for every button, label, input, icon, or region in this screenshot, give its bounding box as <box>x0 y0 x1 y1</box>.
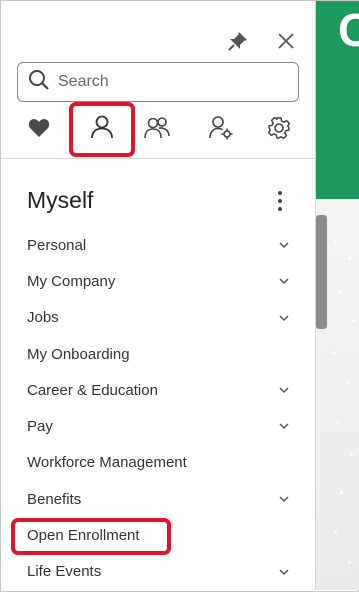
chevron-down-icon <box>279 315 289 321</box>
person-gear-icon <box>208 115 234 146</box>
decorative-dots <box>330 231 359 581</box>
scrollbar[interactable] <box>316 215 327 329</box>
menu-item-label: Jobs <box>27 309 59 327</box>
section-title: Myself <box>27 187 94 213</box>
category-tabs <box>17 102 307 157</box>
menu-item-jobs[interactable]: Jobs <box>1 300 315 336</box>
menu-item-personal[interactable]: Personal <box>1 227 315 263</box>
divider <box>1 158 315 159</box>
highlight-box <box>11 518 171 556</box>
menu-item-label: Workforce Management <box>27 454 187 472</box>
background-page: C <box>315 1 359 590</box>
menu-item-my-onboarding[interactable]: My Onboarding <box>1 336 315 372</box>
gear-icon <box>267 116 291 145</box>
menu-item-life-events[interactable]: Life Events <box>1 554 315 590</box>
chevron-down-icon <box>279 278 289 285</box>
menu-item-workforce-management[interactable]: Workforce Management <box>1 445 315 481</box>
menu-item-benefits[interactable]: Benefits <box>1 481 315 517</box>
menu-item-career-education[interactable]: Career & Education <box>1 372 315 408</box>
menu-item-label: Life Events <box>27 563 102 581</box>
menu-item-my-company[interactable]: My Company <box>1 263 315 299</box>
menu-item-pay[interactable]: Pay <box>1 408 315 444</box>
tab-favorites[interactable] <box>17 105 61 155</box>
menu-list: Personal My Company Jobs My Onboarding C… <box>1 227 315 590</box>
brand-banner: C <box>316 1 359 199</box>
close-icon[interactable] <box>273 28 299 54</box>
kebab-icon[interactable] <box>271 189 289 213</box>
menu-item-label: Benefits <box>27 490 82 508</box>
tab-my-team[interactable] <box>135 105 179 155</box>
team-icon <box>143 115 171 146</box>
menu-item-open-enrollment[interactable]: Open Enrollment <box>1 517 315 556</box>
chevron-down-icon <box>279 569 289 575</box>
chevron-down-icon <box>279 496 289 503</box>
panel-toolbar <box>225 28 299 54</box>
pin-icon[interactable] <box>225 28 251 54</box>
search-input[interactable] <box>58 73 278 91</box>
heart-icon <box>28 118 50 143</box>
menu-item-label: Pay <box>27 418 53 436</box>
navigation-panel: Myself Personal My Company Jobs My Onboa… <box>1 1 315 590</box>
search-box[interactable] <box>17 62 299 102</box>
chevron-down-icon <box>279 387 289 394</box>
brand-logo: C <box>338 4 359 56</box>
chevron-down-icon <box>279 242 289 249</box>
person-icon <box>89 114 115 145</box>
menu-item-label: My Company <box>27 272 116 290</box>
tab-myself[interactable] <box>69 102 135 157</box>
menu-item-label: Career & Education <box>27 381 158 399</box>
menu-item-label: My Onboarding <box>27 345 130 363</box>
tab-settings[interactable] <box>257 105 301 155</box>
chevron-down-icon <box>279 423 289 430</box>
menu-item-label: Personal <box>27 236 87 254</box>
search-icon <box>28 69 50 96</box>
tab-user-settings[interactable] <box>199 105 243 155</box>
